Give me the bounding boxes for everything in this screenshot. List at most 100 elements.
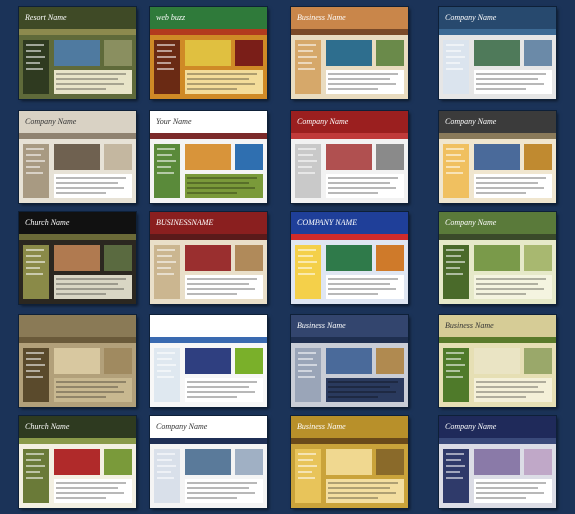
thumbnail-header: Company Name [439,416,556,438]
thumbnail-sidebar [443,449,469,503]
thumbnail-content-area [326,479,404,503]
content-text-line [328,187,396,189]
thumbnail-nav-bar [19,29,136,35]
thumbnail-nav-bar [150,438,267,444]
thumbnail-photo-secondary [104,348,132,374]
thumbnail-nav-bar [150,133,267,139]
content-text-line [476,396,526,398]
sidebar-menu-line [157,358,172,360]
thumbnail-sidebar [154,40,180,94]
content-text-line [187,177,257,179]
thumbnail-header: BUSINESSNAME [150,212,267,234]
content-text-line [56,177,126,179]
thumbnail-nav-bar [150,29,267,35]
thumbnail-nav-bar [150,234,267,240]
content-text-line [328,288,396,290]
sidebar-menu-line [157,465,176,467]
template-thumbnail[interactable]: Business Name [291,7,408,99]
template-thumbnail[interactable]: Company Name [19,111,136,203]
template-thumbnail[interactable]: web buzz [150,7,267,99]
sidebar-menu-line [446,358,461,360]
thumbnail-sidebar [443,348,469,402]
sidebar-menu-line [26,376,43,378]
template-thumbnail[interactable]: Company Name [291,111,408,203]
sidebar-menu-line [26,352,44,354]
sidebar-menu-line [26,273,43,275]
template-thumbnail[interactable]: Resort Name [19,7,136,99]
template-thumbnail[interactable]: Company Name [439,212,556,304]
thumbnail-photo [54,449,100,475]
thumbnail-photo [185,40,231,66]
content-text-line [56,278,126,280]
content-text-line [187,192,237,194]
thumbnail-photo [54,245,100,271]
sidebar-menu-line [157,370,171,372]
template-thumbnail[interactable]: Church Name [19,212,136,304]
sidebar-menu-line [26,477,43,479]
thumbnail-nav-bar [150,337,267,343]
content-text-line [328,78,390,80]
thumbnail-header: Business Name [291,315,408,337]
content-text-line [187,278,257,280]
thumbnail-site-title: Church Name [25,218,70,227]
content-text-line [187,487,249,489]
thumbnail-photo [474,40,520,66]
sidebar-menu-line [298,166,312,168]
sidebar-menu-line [157,56,176,58]
sidebar-menu-line [26,358,41,360]
thumbnail-photo [185,245,231,271]
thumbnail-content-area [474,70,552,94]
template-thumbnail[interactable]: Church Name [19,416,136,508]
content-text-line [328,278,398,280]
sidebar-menu-line [26,148,44,150]
template-thumbnail[interactable]: Business Name [291,315,408,407]
content-text-line [476,492,544,494]
sidebar-menu-line [298,471,312,473]
template-thumbnail[interactable] [150,315,267,407]
sidebar-menu-line [157,453,175,455]
template-thumbnail[interactable]: Company Name [150,416,267,508]
template-gallery-grid: Resort Name web buzz Business Name Company … [0,0,575,514]
thumbnail-photo-secondary [235,449,263,475]
template-thumbnail[interactable]: BUSINESSNAME [150,212,267,304]
content-text-line [56,482,126,484]
thumbnail-sidebar [23,40,49,94]
template-thumbnail[interactable]: Company Name [439,111,556,203]
sidebar-menu-line [446,50,461,52]
sidebar-menu-line [298,56,317,58]
thumbnail-photo-secondary [524,348,552,374]
content-text-line [328,497,378,499]
content-text-line [187,492,255,494]
template-thumbnail[interactable]: Company Name [439,416,556,508]
thumbnail-header: Church Name [19,416,136,438]
sidebar-menu-line [446,249,464,251]
sidebar-menu-line [298,267,312,269]
thumbnail-nav-bar [439,438,556,444]
thumbnail-site-title: Resort Name [25,13,67,22]
content-text-line [476,88,526,90]
thumbnail-photo-secondary [235,144,263,170]
content-text-line [56,386,118,388]
thumbnail-site-title: Company Name [25,117,77,126]
sidebar-menu-line [157,166,171,168]
template-thumbnail[interactable]: COMPANY NAME [291,212,408,304]
thumbnail-photo [54,348,100,374]
thumbnail-photo [326,449,372,475]
template-thumbnail[interactable]: Business Name [439,315,556,407]
content-text-line [187,386,249,388]
sidebar-menu-line [298,376,315,378]
thumbnail-site-title: Company Name [445,218,497,227]
template-thumbnail[interactable]: Business Name [291,416,408,508]
sidebar-menu-line [157,172,174,174]
template-thumbnail[interactable]: Your Name [150,111,267,203]
thumbnail-header: Company Name [439,212,556,234]
thumbnail-photo-secondary [104,40,132,66]
thumbnail-sidebar [23,144,49,198]
content-text-line [476,182,538,184]
thumbnail-header: Company Name [19,111,136,133]
thumbnail-photo-secondary [235,348,263,374]
template-thumbnail[interactable]: Company Name [439,7,556,99]
content-text-line [476,497,526,499]
thumbnail-photo-secondary [524,40,552,66]
template-thumbnail[interactable] [19,315,136,407]
